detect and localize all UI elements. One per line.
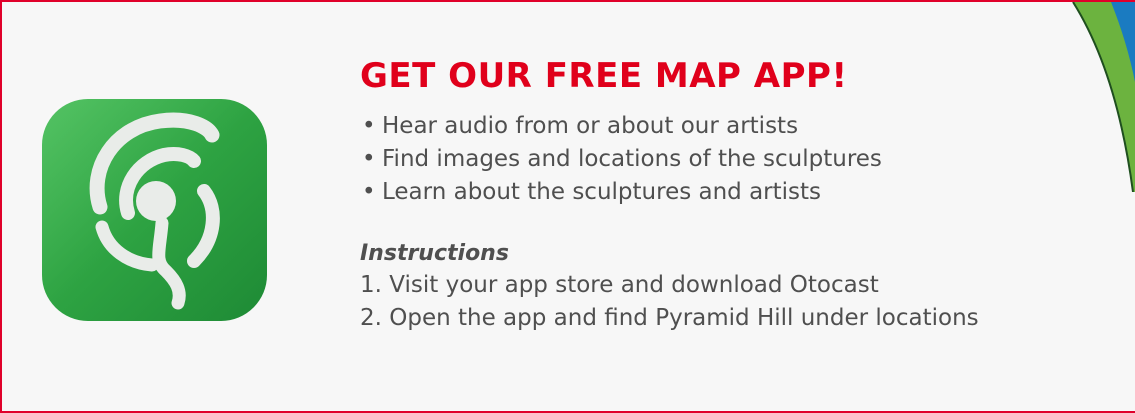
instructions-steps: 1. Visit your app store and download Oto… [360, 269, 1100, 335]
otocast-app-icon[interactable] [42, 99, 267, 321]
bullet-icon: • [362, 113, 376, 139]
list-item: • Learn about the sculptures and artists [360, 176, 1100, 209]
bullet-icon: • [362, 146, 376, 172]
list-item: • Hear audio from or about our artists [360, 110, 1100, 143]
feature-list: • Hear audio from or about our artists •… [360, 110, 1100, 209]
list-item: 2. Open the app and find Pyramid Hill un… [360, 305, 979, 331]
headline: GET OUR FREE MAP APP! [360, 56, 848, 96]
feature-text: Learn about the sculptures and artists [382, 179, 822, 205]
promo-content: GET OUR FREE MAP APP! • Hear audio from … [360, 54, 1100, 335]
bullet-icon: • [362, 179, 376, 205]
app-promo-panel: GET OUR FREE MAP APP! • Hear audio from … [0, 0, 1135, 413]
feature-text: Find images and locations of the sculptu… [382, 146, 882, 172]
instructions-heading: Instructions [360, 241, 509, 266]
list-item: • Find images and locations of the sculp… [360, 143, 1100, 176]
list-item: 1. Visit your app store and download Oto… [360, 272, 879, 298]
feature-text: Hear audio from or about our artists [382, 113, 799, 139]
